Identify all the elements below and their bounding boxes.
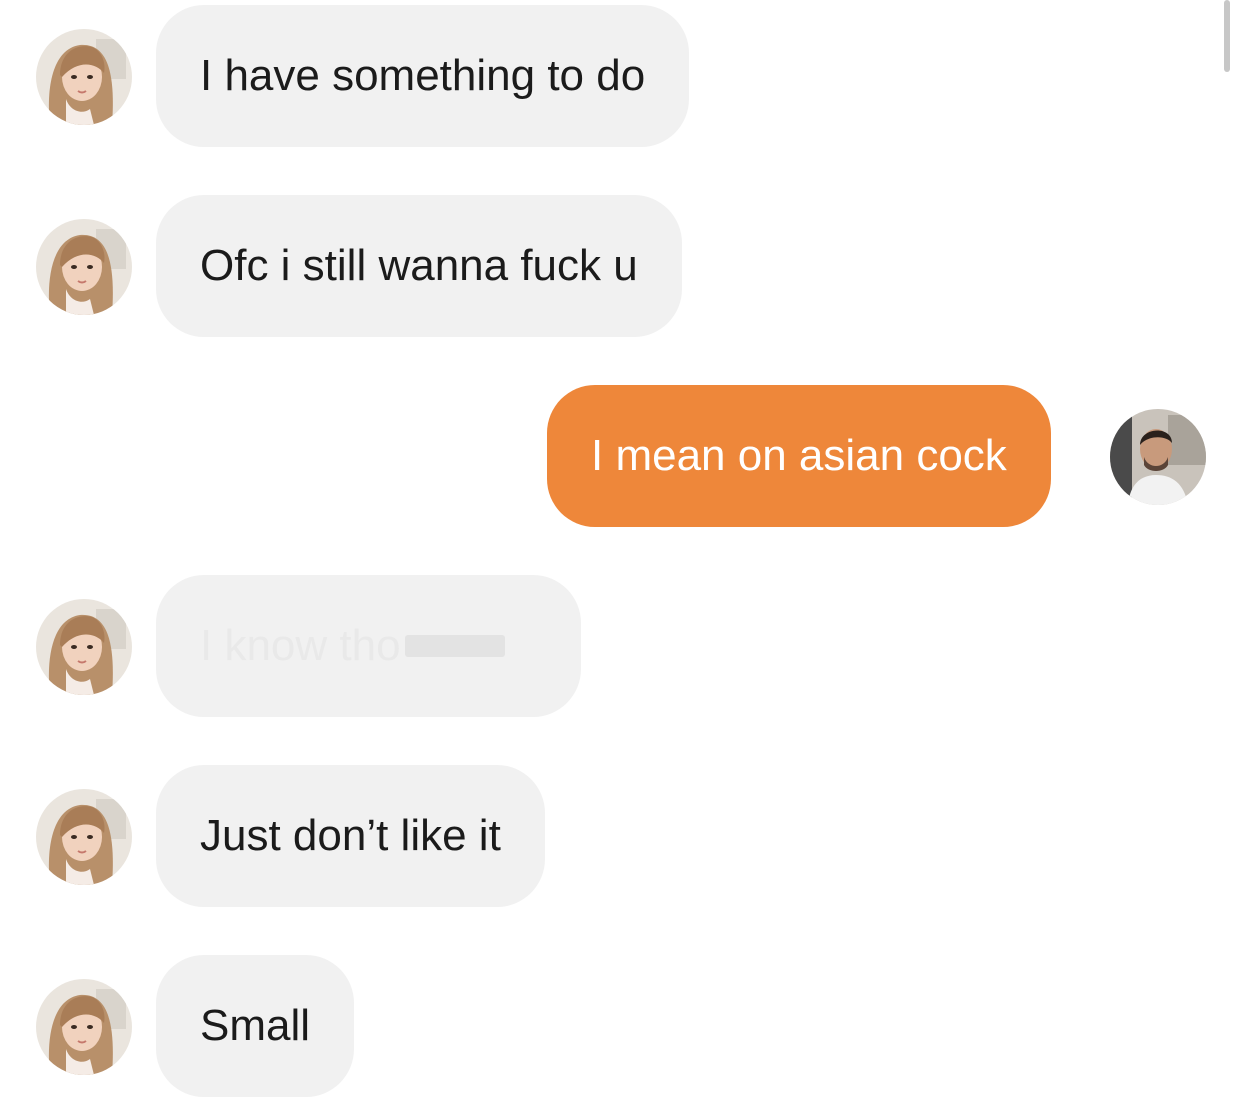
- message-bubble[interactable]: I have something to do: [156, 5, 690, 147]
- message-text: I have something to do: [200, 51, 646, 100]
- message-bubble[interactable]: Ofc i still wanna fuck u: [156, 195, 682, 337]
- me-avatar-icon[interactable]: [1110, 409, 1206, 505]
- them-avatar-icon[interactable]: [36, 789, 132, 885]
- them-avatar-icon[interactable]: [36, 219, 132, 315]
- message-text: Small: [200, 1001, 311, 1050]
- message-bubble[interactable]: Just don’t like it: [156, 765, 545, 907]
- them-avatar-icon[interactable]: [36, 599, 132, 695]
- message-text: I mean on asian cock: [591, 431, 1007, 480]
- redaction-mark: [404, 635, 505, 657]
- them-avatar-icon[interactable]: [36, 979, 132, 1075]
- message-bubble[interactable]: I know tho: [156, 575, 581, 717]
- message-bubble[interactable]: Small: [156, 955, 355, 1097]
- message-text: I know tho: [200, 621, 401, 670]
- message-text: Just don’t like it: [200, 811, 501, 860]
- scrollbar[interactable]: [1224, 0, 1230, 72]
- message-text: Ofc i still wanna fuck u: [200, 241, 638, 290]
- message-thread: I have something to do Ofc i still wanna…: [0, 0, 1242, 1115]
- message-bubble-outgoing[interactable]: I mean on asian cock: [547, 385, 1051, 527]
- them-avatar-icon[interactable]: [36, 29, 132, 125]
